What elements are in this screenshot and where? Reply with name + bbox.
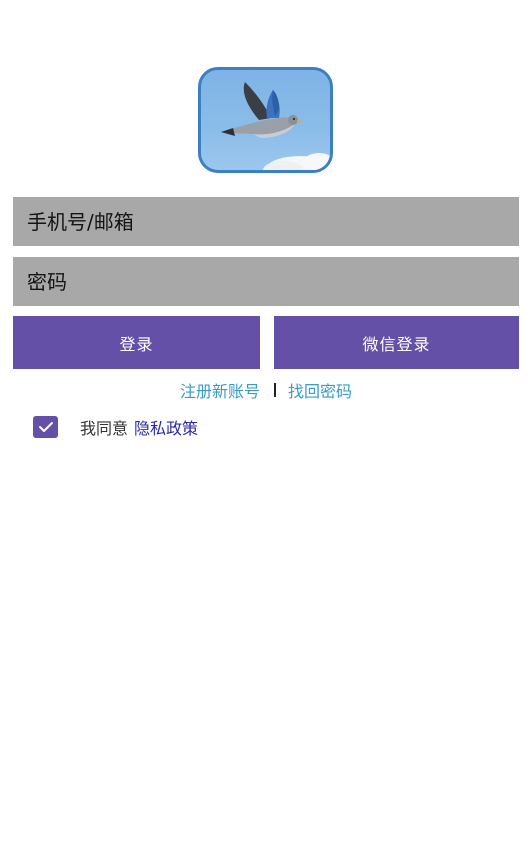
forgot-password-link[interactable]: 找回密码	[288, 378, 352, 402]
register-link[interactable]: 注册新账号	[180, 378, 260, 402]
agreement-row: 我同意 隐私政策	[33, 416, 198, 438]
checkmark-icon	[38, 422, 53, 432]
account-input[interactable]	[13, 197, 519, 246]
login-button[interactable]: 登录	[13, 316, 260, 369]
wechat-login-button[interactable]: 微信登录	[274, 316, 519, 369]
agreement-checkbox[interactable]	[33, 416, 58, 438]
link-separator	[274, 383, 276, 397]
login-screen: 登录 微信登录 注册新账号 找回密码 我同意 隐私政策	[0, 0, 532, 867]
password-input[interactable]	[13, 257, 519, 306]
account-links: 注册新账号 找回密码	[0, 379, 532, 401]
agreement-text: 我同意	[80, 419, 129, 438]
privacy-policy-link[interactable]: 隐私政策	[134, 415, 198, 439]
app-logo	[198, 67, 333, 173]
flying-bird-icon	[221, 82, 330, 170]
